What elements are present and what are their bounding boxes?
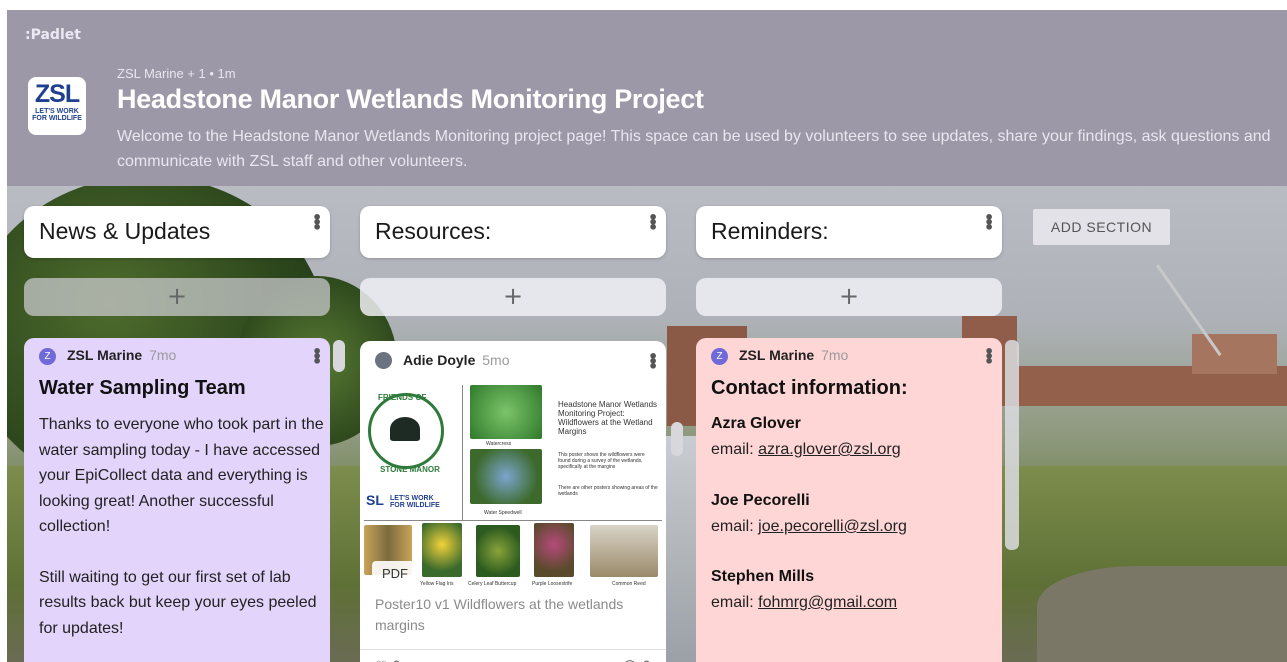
column-scrollbar[interactable]: [1005, 340, 1019, 550]
board-avatar-logo: ZSL LET'S WORK FOR WILDLIFE: [28, 77, 86, 135]
divider: [364, 520, 662, 521]
plus-icon: +: [838, 282, 860, 310]
email-label: email:: [711, 594, 754, 611]
post-card-reminder[interactable]: Z ZSL Marine 7mo • • • Contact information…: [696, 338, 1002, 662]
padlet-logo[interactable]: :Padlet: [25, 27, 81, 43]
email-link[interactable]: fohmrg@gmail.com: [758, 594, 897, 611]
attachment-type-badge: PDF: [372, 561, 418, 587]
buttercup-photo: [476, 525, 520, 577]
author-name: Adie Doyle: [403, 352, 476, 368]
ring-text: FRIENDS OF: [378, 393, 427, 402]
more-options-icon[interactable]: • • •: [312, 210, 322, 236]
post-author: Adie Doyle 5mo: [403, 352, 509, 368]
post-card-news[interactable]: Z ZSL Marine 7mo • • • Water Sampling Team…: [24, 338, 330, 662]
post-age: 5mo: [482, 352, 510, 368]
more-options-icon[interactable]: • • •: [648, 210, 658, 236]
add-post-button[interactable]: +: [24, 278, 330, 316]
attachment-caption[interactable]: Poster10 v1 Wildflowers at the wetlands …: [375, 594, 660, 636]
photo-label: Watercress: [486, 441, 512, 447]
email-label: email:: [711, 518, 754, 535]
post-options-icon[interactable]: • • •: [312, 344, 322, 370]
post-author: ZSL Marine 7mo: [67, 347, 176, 363]
post-age: 7mo: [821, 347, 849, 363]
author-name: ZSL Marine: [739, 347, 815, 363]
padlet-board: :Padlet ZSL LET'S WORK FOR WILDLIFE ZSL …: [7, 10, 1287, 662]
section-header-resources: Resources: • • •: [360, 206, 666, 258]
watercress-photo: [470, 385, 542, 439]
column-scrollbar[interactable]: [333, 340, 345, 372]
loosestrife-photo: [534, 523, 574, 577]
author-avatar: Z: [711, 348, 728, 365]
poster-bullet: This poster shows the wildflowers were f…: [558, 452, 645, 470]
email-link[interactable]: joe.pecorelli@zsl.org: [758, 518, 907, 535]
add-post-button[interactable]: +: [696, 278, 1002, 316]
add-section-button[interactable]: ADD SECTION: [1033, 209, 1170, 245]
add-post-button[interactable]: +: [360, 278, 666, 316]
divider: [360, 649, 666, 650]
post-title: Contact information:: [711, 377, 908, 399]
board-description: Welcome to the Headstone Manor Wetlands …: [117, 128, 1271, 170]
iris-photo: [422, 523, 462, 577]
section-header-news: News & Updates • • •: [24, 206, 330, 258]
zsl-logo-text: ZSL: [34, 80, 80, 108]
photo-label: Water Speedwell: [484, 510, 522, 516]
photo-label: Common Reed: [612, 581, 646, 587]
photo-label: Purple Loosestrife: [532, 581, 573, 587]
section-title: Resources:: [375, 218, 492, 244]
plus-icon: +: [166, 282, 188, 310]
photo-label: Celery Leaf Buttercup: [468, 581, 517, 587]
board-title: Headstone Manor Wetlands Monitoring Proj…: [117, 84, 704, 114]
contact-email-line: email: joe.pecorelli@zsl.org: [711, 518, 907, 536]
contact-email-line: email: fohmrg@gmail.com: [711, 594, 897, 612]
divider: [462, 385, 463, 520]
post-age: 7mo: [149, 347, 177, 363]
speedwell-photo: [470, 449, 542, 504]
post-title: Water Sampling Team: [39, 377, 246, 399]
zsl-mark: SL: [366, 492, 384, 508]
section-title: News & Updates: [39, 218, 211, 244]
section-header-reminders: Reminders: • • •: [696, 206, 1002, 258]
zsl-tagline: LET'S WORK FOR WILDLIFE: [390, 495, 440, 509]
post-options-icon[interactable]: • • •: [648, 349, 658, 375]
swan-icon: [390, 417, 420, 441]
author-avatar: [375, 352, 392, 369]
post-author: ZSL Marine 7mo: [739, 347, 848, 363]
common-reed-photo: [590, 525, 658, 577]
contact-name: Azra Glover: [711, 415, 801, 432]
post-paragraph: Thanks to everyone who took part in the …: [39, 416, 324, 535]
author-name: ZSL Marine: [67, 347, 143, 363]
contact-name: Joe Pecorelli: [711, 492, 810, 509]
crane-shape: [1155, 264, 1222, 356]
author-avatar: Z: [39, 348, 56, 365]
post-paragraph: Still waiting to get our first set of la…: [39, 568, 317, 637]
post-options-icon[interactable]: • • •: [984, 344, 994, 370]
ring-text: STONE MANOR: [380, 465, 440, 474]
plus-icon: +: [502, 282, 524, 310]
poster-heading: Headstone Manor Wetlands Monitoring Proj…: [558, 400, 658, 436]
photo-label: Yellow Flag Iris: [420, 581, 454, 587]
board-header: :Padlet ZSL LET'S WORK FOR WILDLIFE ZSL …: [7, 10, 1287, 186]
poster-bullet: There are other posters showing areas of…: [558, 485, 658, 497]
post-card-resource[interactable]: Adie Doyle 5mo • • • FRIENDS OF STONE MANO…: [360, 341, 666, 662]
contact-email-line: email: azra.glover@zsl.org: [711, 441, 901, 459]
zsl-logo-tagline: LET'S WORK FOR WILDLIFE: [32, 108, 82, 122]
column-scrollbar[interactable]: [671, 422, 683, 456]
pdf-preview[interactable]: FRIENDS OF STONE MANOR SL LET'S WORK FOR…: [364, 385, 662, 590]
mud-shape: [1037, 566, 1287, 662]
email-label: email:: [711, 441, 754, 458]
post-body: Thanks to everyone who took part in the …: [39, 412, 324, 641]
section-title: Reminders:: [711, 218, 829, 244]
email-link[interactable]: azra.glover@zsl.org: [758, 441, 901, 458]
more-options-icon[interactable]: • • •: [984, 210, 994, 236]
contact-name: Stephen Mills: [711, 568, 815, 585]
building-shape: [1192, 334, 1277, 374]
board-meta: ZSL Marine + 1 • 1m: [117, 66, 236, 81]
